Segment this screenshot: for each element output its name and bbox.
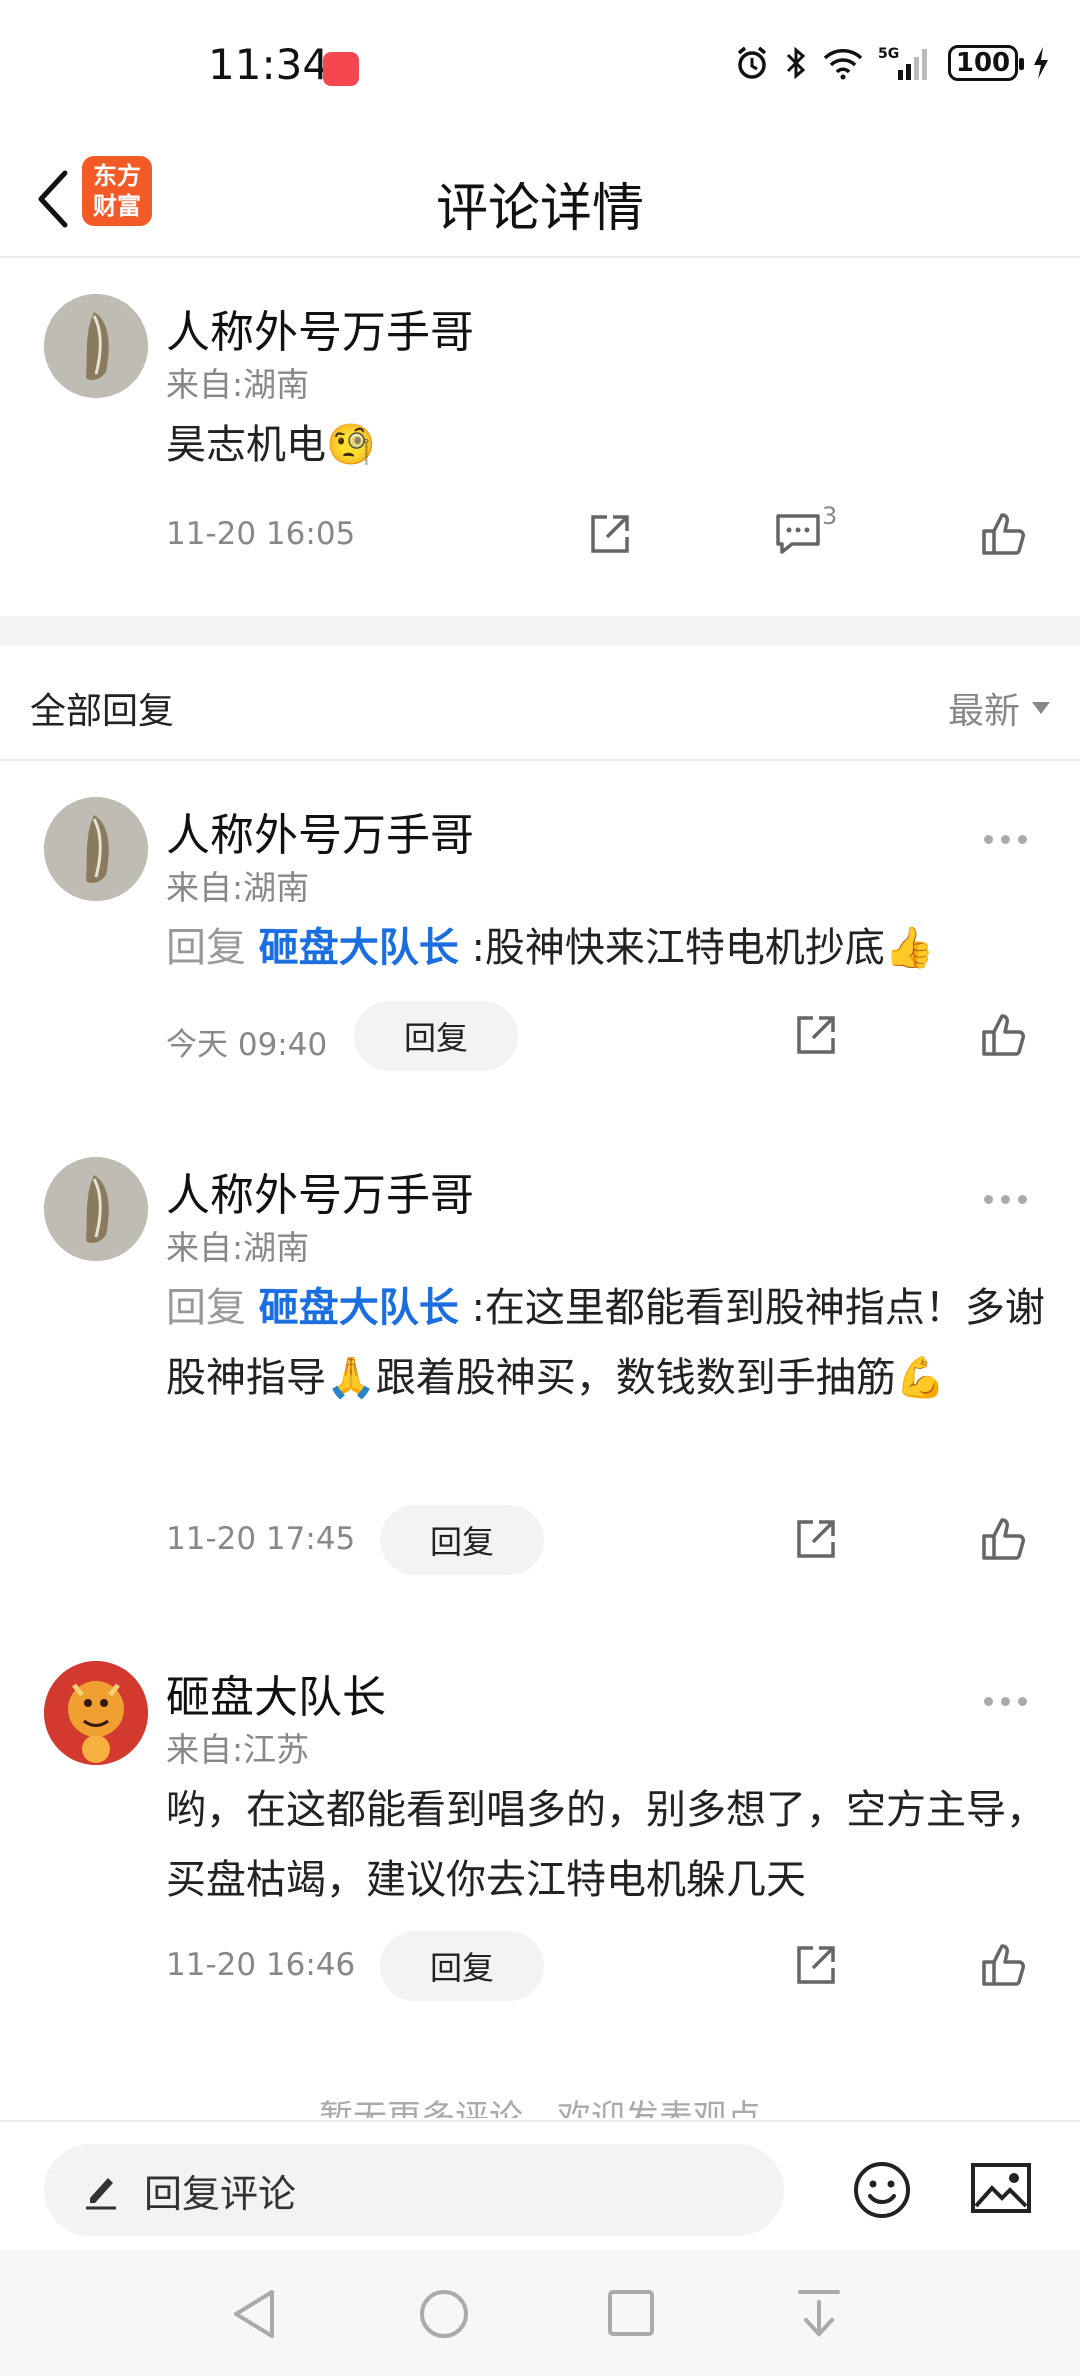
top-nav: 东方 财富 评论详情 [0, 140, 1080, 258]
more-options-button[interactable] [984, 1691, 1034, 1711]
username[interactable]: 砸盘大队长 [166, 1661, 386, 1725]
svg-text:5G: 5G [878, 46, 899, 62]
location: 来自:湖南 [166, 1228, 310, 1267]
reply-input-placeholder: 回复评论 [144, 2171, 297, 2216]
reply-prefix: 回复 [166, 1285, 246, 1331]
timestamp: 11-20 17:45 [166, 1521, 356, 1557]
smiley-icon [854, 2162, 910, 2218]
pencil-icon [86, 2178, 116, 2210]
status-icons: 5G 100 [734, 44, 1050, 82]
share-button[interactable] [788, 1937, 844, 1993]
sort-label: 最新 [947, 691, 1020, 732]
location: 来自:湖南 [166, 868, 310, 907]
triangle-back-icon [234, 2290, 274, 2338]
reply-button[interactable]: 回复 [380, 1505, 544, 1575]
reply-button[interactable]: 回复 [354, 1001, 518, 1071]
share-button[interactable] [788, 1511, 844, 1567]
replies-title: 全部回复 [30, 691, 175, 732]
username[interactable]: 人称外号万手哥 [166, 296, 474, 360]
thumbs-up-icon [982, 1518, 1025, 1560]
thumbs-up-icon [982, 1014, 1025, 1056]
username[interactable]: 人称外号万手哥 [166, 1159, 474, 1223]
caret-down-icon [1032, 702, 1050, 714]
main-comment: 人称外号万手哥 来自:湖南 昊志机电🧐 11-20 16:05 3 [0, 258, 1080, 616]
charging-icon [1034, 47, 1048, 79]
sort-dropdown[interactable]: 最新 [948, 682, 1050, 734]
circle-home-icon [420, 2290, 468, 2338]
like-button[interactable] [976, 1937, 1032, 1993]
share-icon [797, 1946, 835, 1984]
dropdown-nav-button[interactable] [796, 2288, 842, 2344]
status-bar: 11:34 5G 100 [0, 0, 1080, 140]
notification-app-icon [323, 52, 359, 86]
timestamp: 11-20 16:05 [166, 516, 356, 552]
location: 来自:江苏 [166, 1730, 310, 1769]
timestamp: 今天 09:40 [166, 1027, 328, 1063]
share-button[interactable] [582, 506, 638, 562]
location: 来自:湖南 [166, 365, 310, 404]
battery-icon: 100 [948, 45, 1024, 81]
share-icon [797, 1520, 835, 1558]
avatar[interactable] [44, 294, 148, 398]
timestamp: 11-20 16:46 [166, 1947, 356, 1983]
reply-item: 砸盘大队长 来自:江苏 哟，在这都能看到唱多的，别多想了，空方主导，买盘枯竭，建… [0, 1625, 1080, 2025]
like-button[interactable] [976, 506, 1032, 562]
username[interactable]: 人称外号万手哥 [166, 799, 474, 863]
share-icon [591, 515, 629, 553]
like-button[interactable] [976, 1511, 1032, 1567]
bluetooth-icon [786, 46, 806, 80]
reply-count: 3 [822, 502, 838, 530]
wifi-icon [823, 49, 863, 80]
avatar[interactable] [44, 1157, 148, 1261]
share-icon [797, 1016, 835, 1054]
reply-prefix: 回复 [166, 925, 246, 971]
reply-text: :股神快来江特电机抄底👍 [471, 925, 935, 971]
like-button[interactable] [976, 1007, 1032, 1063]
mentioned-user[interactable]: 砸盘大队长 [259, 1285, 459, 1331]
alarm-icon [737, 46, 767, 79]
recents-nav-button[interactable] [606, 2288, 656, 2342]
comment-content: 昊志机电🧐 [166, 410, 376, 480]
reply-content: 回复 砸盘大队长 :股神快来江特电机抄底👍 [166, 913, 1046, 983]
reply-text: 哟，在这都能看到唱多的，别多想了，空方主导，买盘枯竭，建议你去江特电机躲几天 [166, 1787, 1046, 1903]
home-nav-button[interactable] [418, 2288, 470, 2344]
mentioned-user[interactable]: 砸盘大队长 [259, 925, 459, 971]
avatar[interactable] [44, 1661, 148, 1765]
input-bar: 回复评论 [0, 2120, 1080, 2250]
page-title: 评论详情 [435, 179, 644, 239]
reply-content: 回复 砸盘大队长 :在这里都能看到股神指点！多谢股神指导🙏跟着股神买，数钱数到手… [166, 1273, 1046, 1413]
signal-5g-icon: 5G [878, 46, 927, 80]
emoji: 🧐 [326, 422, 376, 468]
reply-item: 人称外号万手哥 来自:湖南 回复 砸盘大队长 :在这里都能看到股神指点！多谢股神… [0, 1121, 1080, 1575]
reply-item: 人称外号万手哥 来自:湖南 回复 砸盘大队长 :股神快来江特电机抄底👍 今天 0… [0, 761, 1080, 1091]
no-more-comments-hint: 暂无更多评论，欢迎发表观点 [319, 2098, 761, 2118]
reply-input[interactable]: 回复评论 [44, 2144, 784, 2236]
status-time: 11:34 [208, 40, 330, 89]
image-icon [971, 2163, 1031, 2213]
comment-icon [776, 514, 820, 554]
reply-content: 哟，在这都能看到唱多的，别多想了，空方主导，买盘枯竭，建议你去江特电机躲几天 [166, 1775, 1046, 1915]
more-options-button[interactable] [984, 1189, 1034, 1209]
section-divider [0, 616, 1080, 646]
arrow-down-icon [798, 2290, 840, 2337]
system-nav-bar [0, 2250, 1080, 2376]
thumbs-up-icon [982, 513, 1025, 555]
reply-button[interactable]: 回复 [380, 1931, 544, 2001]
thumbs-up-icon [982, 1944, 1025, 1986]
square-recents-icon [608, 2290, 654, 2336]
emoji-button[interactable] [852, 2160, 912, 2224]
image-button[interactable] [970, 2162, 1032, 2218]
replies-header: 全部回复 最新 [0, 646, 1080, 761]
avatar[interactable] [44, 797, 148, 901]
share-button[interactable] [788, 1007, 844, 1063]
comment-button[interactable] [770, 506, 826, 562]
back-nav-button[interactable] [230, 2288, 278, 2344]
comment-text: 昊志机电 [166, 422, 326, 468]
more-options-button[interactable] [984, 829, 1034, 849]
